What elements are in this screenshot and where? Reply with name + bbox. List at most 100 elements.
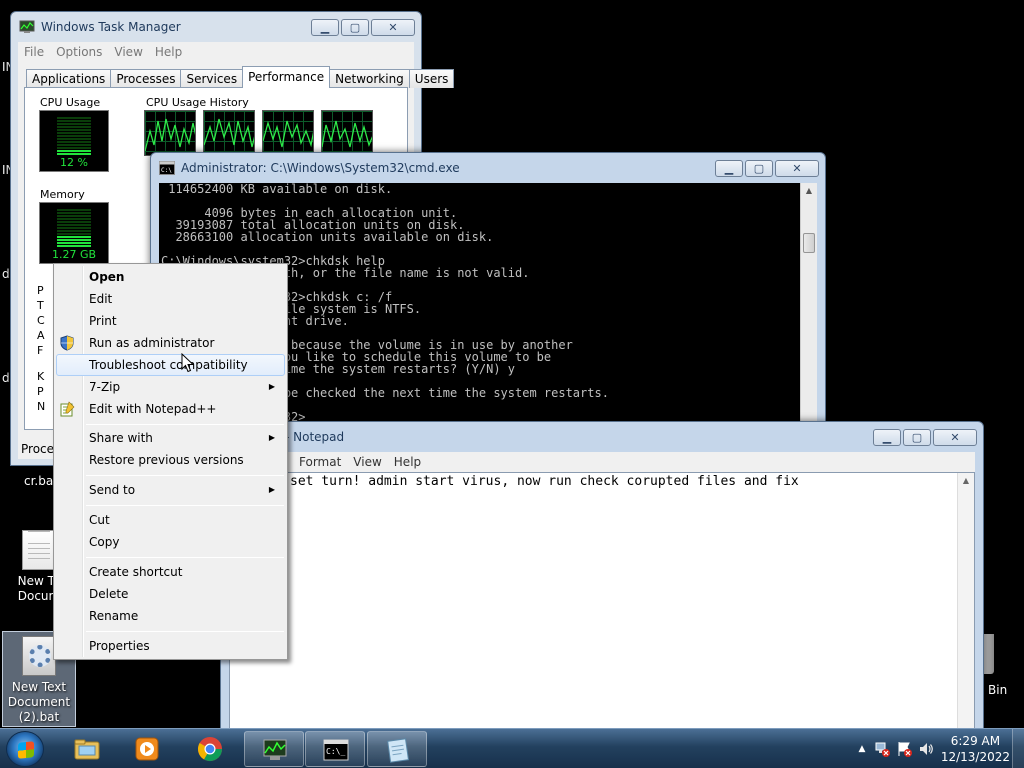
cmd-titlebar[interactable]: C:\ Administrator: C:\Windows\System32\c… [151, 153, 825, 183]
menu-item-send-to[interactable]: Send to ▶ [56, 479, 285, 501]
cpu-meter-fill [57, 150, 91, 155]
minimize-button[interactable]: ▁ [715, 159, 743, 177]
media-player-icon [135, 737, 159, 761]
menu-item-delete[interactable]: Delete [56, 583, 285, 605]
show-hidden-icons-icon[interactable]: ▲ [854, 741, 870, 757]
menu-item-troubleshoot-compatibility[interactable]: Troubleshoot compatibility [56, 354, 285, 376]
cpu-history-line [145, 118, 195, 152]
menu-view[interactable]: View [353, 455, 389, 469]
memory-value: 1.27 GB [51, 248, 97, 261]
desktop-partial-label: d [2, 371, 10, 385]
cpu-meter-bars [57, 117, 91, 155]
menu-bar: Format View Help [229, 452, 975, 472]
menu-options[interactable]: Options [56, 45, 110, 59]
menu-item-label: Rename [89, 609, 139, 623]
cpu-history-graph [321, 110, 373, 156]
menu-item-copy[interactable]: Copy [56, 531, 285, 553]
scroll-thumb[interactable] [803, 233, 815, 253]
menu-item-label: Send to [89, 483, 136, 497]
menu-item-share-with[interactable]: Share with ▶ [56, 427, 285, 449]
vertical-scrollbar[interactable]: ▲ [957, 473, 974, 730]
menu-file[interactable]: File [24, 45, 52, 59]
menu-bar: File Options View Help [18, 42, 414, 62]
notepad-titlebar[interactable]: - Notepad ▁ ▢ ✕ [221, 422, 983, 452]
menu-item-rename[interactable]: Rename [56, 605, 285, 627]
tab-applications[interactable]: Applications [26, 69, 112, 88]
menu-separator [86, 631, 284, 632]
menu-item-run-as-administrator[interactable]: Run as administrator [56, 332, 285, 354]
minimize-button[interactable]: ▁ [873, 428, 901, 446]
menu-item-edit[interactable]: Edit [56, 288, 285, 310]
svg-text:C:\: C:\ [161, 167, 172, 174]
menu-item-7-zip[interactable]: 7-Zip ▶ [56, 376, 285, 398]
desktop-icon-label: Document [7, 695, 71, 709]
tab-services[interactable]: Services [180, 69, 244, 88]
maximize-button[interactable]: ▢ [745, 159, 773, 177]
notepad-window[interactable]: - Notepad ▁ ▢ ✕ Format View Help set tur… [220, 421, 984, 731]
notepad-icon [387, 738, 410, 763]
menu-item-label: Edit with Notepad++ [89, 402, 217, 416]
tab-networking[interactable]: Networking [329, 69, 410, 88]
minimize-button[interactable]: ▁ [311, 18, 339, 36]
memory-meter-fill [57, 235, 91, 247]
recycle-bin-label[interactable]: Bin [988, 683, 1007, 697]
menu-item-restore-previous-versions[interactable]: Restore previous versions [56, 449, 285, 471]
maximize-button[interactable]: ▢ [341, 18, 369, 36]
menu-item-label: Restore previous versions [89, 453, 244, 467]
memory-meter: 1.27 GB [39, 202, 109, 264]
cpu-history-graph [203, 110, 255, 156]
show-desktop-button[interactable] [1012, 729, 1024, 768]
notepad-text-area[interactable]: set turn! admin start virus, now run che… [229, 472, 975, 730]
close-button[interactable]: ✕ [371, 18, 415, 36]
vertical-scrollbar[interactable]: ▲ [800, 183, 817, 429]
submenu-arrow-icon: ▶ [268, 433, 275, 442]
close-button[interactable]: ✕ [933, 428, 977, 446]
windows-explorer-icon [74, 739, 100, 760]
memory-label: Memory [38, 188, 87, 201]
system-clock[interactable]: 6:29 AM 12/13/2022 [941, 733, 1010, 765]
tab-processes[interactable]: Processes [110, 69, 182, 88]
menu-item-open[interactable]: Open [56, 266, 285, 288]
desktop-icon-label: (2).bat [18, 710, 60, 724]
taskbar-explorer[interactable] [57, 731, 117, 767]
close-button[interactable]: ✕ [775, 159, 819, 177]
cpu-history-graph [144, 110, 196, 156]
batch-file-gear-icon [22, 636, 56, 676]
cpu-history-label: CPU Usage History [144, 96, 251, 109]
taskbar-chrome[interactable] [180, 731, 240, 767]
menu-view[interactable]: View [114, 45, 150, 59]
submenu-arrow-icon: ▶ [268, 382, 275, 391]
taskbar-media-player[interactable] [117, 731, 177, 767]
notepad-text: set turn! admin start virus, now run che… [290, 474, 799, 489]
menu-item-cut[interactable]: Cut [56, 509, 285, 531]
taskbar-notepad[interactable] [367, 731, 427, 767]
task-manager-titlebar[interactable]: Windows Task Manager ▁ ▢ ✕ [11, 12, 421, 42]
scroll-up-arrow-icon[interactable]: ▲ [801, 183, 817, 199]
menu-item-edit-with-notepadpp[interactable]: Edit with Notepad++ [56, 398, 285, 420]
cpu-usage-label: CPU Usage [38, 96, 103, 109]
volume-icon[interactable] [918, 741, 934, 757]
action-center-icon[interactable] [896, 741, 912, 757]
cmd-icon: C:\ [159, 161, 175, 175]
notepadpp-icon [60, 401, 75, 417]
network-warning-icon[interactable] [874, 741, 890, 757]
tab-performance[interactable]: Performance [242, 66, 331, 88]
stat-label-fragment: P [37, 284, 44, 297]
stat-label-fragment: F [37, 344, 44, 357]
tab-users[interactable]: Users [408, 69, 455, 88]
notification-area: ▲ 6:29 AM 12/13/2022 [844, 729, 1024, 768]
start-button[interactable] [6, 731, 44, 767]
console-line: 28663100 allocation units available on d… [161, 230, 494, 244]
menu-item-create-shortcut[interactable]: Create shortcut [56, 561, 285, 583]
maximize-button[interactable]: ▢ [903, 428, 931, 446]
taskbar-cmd[interactable]: C:\_ [305, 731, 365, 767]
scroll-up-arrow-icon[interactable]: ▲ [958, 473, 974, 489]
menu-help[interactable]: Help [155, 45, 190, 59]
menu-help[interactable]: Help [394, 455, 429, 469]
menu-item-print[interactable]: Print [56, 310, 285, 332]
taskbar-task-manager[interactable] [244, 731, 304, 767]
desktop-icon-label: New Text [11, 680, 67, 694]
uac-shield-icon [60, 335, 74, 351]
menu-item-properties[interactable]: Properties [56, 635, 285, 657]
menu-format[interactable]: Format [299, 455, 349, 469]
